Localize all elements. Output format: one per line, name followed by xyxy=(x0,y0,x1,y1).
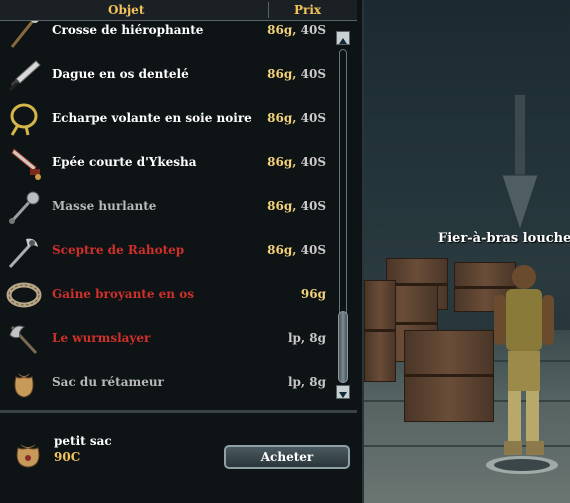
item-name: Gaine broyante en os xyxy=(52,287,194,301)
npc-character[interactable] xyxy=(480,255,560,475)
small-bag-icon xyxy=(16,444,40,468)
list-item[interactable]: Sac du rétameur lp, 8g xyxy=(0,361,334,404)
list-item[interactable]: Epée courte d'Ykesha 86g, 40S xyxy=(0,141,334,185)
item-name: Epée courte d'Ykesha xyxy=(52,155,197,169)
item-price: lp, 8g xyxy=(287,331,326,345)
column-header-object[interactable]: Objet xyxy=(108,3,144,17)
header-divider xyxy=(268,2,269,18)
item-price: 86g, 40S xyxy=(267,67,326,81)
shortsword-icon xyxy=(11,148,41,180)
bracelet-icon xyxy=(6,282,42,308)
item-name: Masse hurlante xyxy=(52,199,157,213)
chevron-up-icon xyxy=(339,38,347,44)
item-price: 86g, 40S xyxy=(267,243,326,257)
item-name: Sceptre de Rahotep xyxy=(52,243,185,257)
item-price: 86g, 40S xyxy=(267,111,326,125)
scepter-icon xyxy=(8,238,38,269)
dagger-icon xyxy=(8,60,41,92)
list-item[interactable]: Gaine broyante en os 96g xyxy=(0,273,334,317)
buy-button[interactable]: Acheter xyxy=(224,445,350,469)
scroll-up-button[interactable] xyxy=(336,31,350,45)
item-price: 86g, 40S xyxy=(267,199,326,213)
mace-icon xyxy=(9,191,40,224)
selected-item-name: petit sac xyxy=(54,434,112,448)
list-item[interactable]: Echarpe volante en soie noire 86g, 40S xyxy=(0,97,334,141)
item-price: 86g, 40S xyxy=(267,155,326,169)
item-name: Crosse de hiérophante xyxy=(52,23,204,37)
item-name: Dague en os dentelé xyxy=(52,67,189,81)
sash-icon xyxy=(10,103,38,136)
staff-icon xyxy=(10,21,39,48)
list-item[interactable]: Sceptre de Rahotep 86g, 40S xyxy=(0,229,334,273)
column-header-price[interactable]: Prix xyxy=(294,3,321,17)
npc-nameplate[interactable]: Fier-à-bras louche X xyxy=(438,231,570,246)
item-price: 96g xyxy=(300,287,326,301)
scroll-down-button[interactable] xyxy=(336,385,350,399)
item-list-scrollbar[interactable] xyxy=(336,29,352,401)
item-name: Echarpe volante en soie noire xyxy=(52,111,252,125)
bag-icon xyxy=(14,373,34,398)
item-list: Crosse de hiérophante 86g, 40S Dague en … xyxy=(0,21,334,404)
list-item[interactable]: Masse hurlante 86g, 40S xyxy=(0,185,334,229)
selected-item-price: 90C xyxy=(54,450,81,464)
down-arrow-marker xyxy=(501,95,539,232)
list-item[interactable]: Le wurmslayer lp, 8g xyxy=(0,317,334,361)
list-header: Objet Prix xyxy=(0,0,357,21)
chevron-down-icon xyxy=(339,392,347,398)
list-item[interactable]: Crosse de hiérophante 86g, 40S xyxy=(0,21,334,53)
scroll-thumb[interactable] xyxy=(338,311,348,383)
crate xyxy=(364,280,396,382)
merchant-window: Objet Prix Crosse de hiérophante 86g, 40… xyxy=(0,0,364,503)
item-name: Sac du rétameur xyxy=(52,375,164,389)
list-item[interactable]: Dague en os dentelé 86g, 40S xyxy=(0,53,334,97)
item-name: Le wurmslayer xyxy=(52,331,151,345)
selected-item-panel: petit sac 90C Acheter xyxy=(0,414,357,503)
divider xyxy=(0,410,357,413)
item-price: lp, 8g xyxy=(287,375,326,389)
axe-icon xyxy=(9,325,38,355)
item-price: 86g, 40S xyxy=(267,23,326,37)
